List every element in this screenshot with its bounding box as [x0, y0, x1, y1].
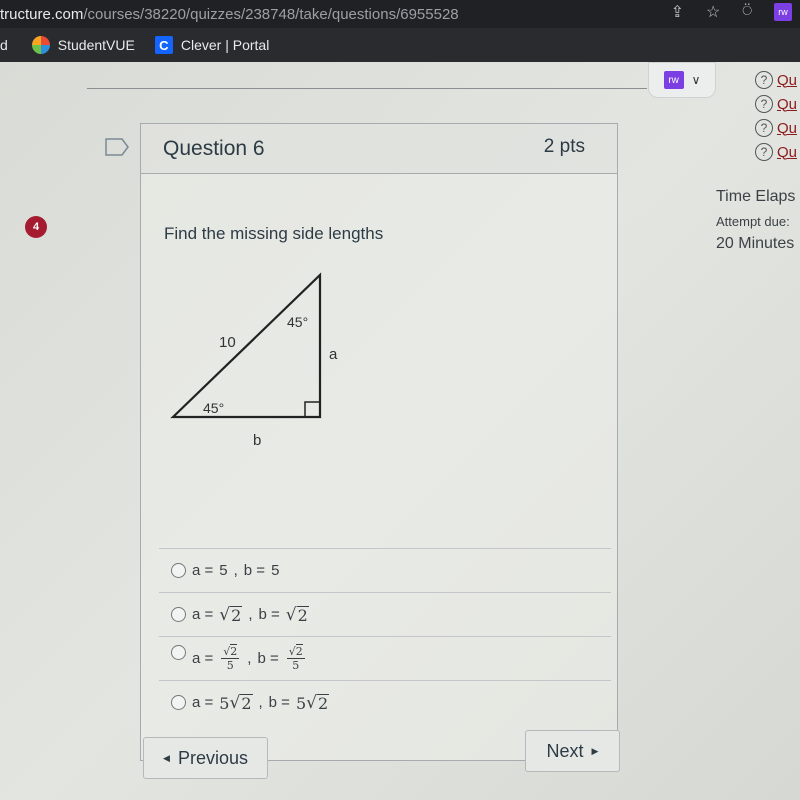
bookmark-clever[interactable]: C Clever | Portal — [154, 36, 270, 54]
answer-option[interactable]: a = 5 , b = 5 — [159, 548, 611, 592]
question-points: 2 pts — [543, 136, 585, 157]
question-prompt: Find the missing side lengths — [164, 224, 384, 243]
url-host: tructure.com — [0, 5, 84, 23]
flag-question-icon[interactable] — [105, 138, 129, 156]
rw-extension-icon[interactable]: rw — [774, 3, 792, 21]
bookmarks-bar: d StudentVUE C Clever | Portal — [0, 28, 800, 62]
sqrt-expression: 5 √ 2 — [295, 692, 330, 713]
minutes-label: 20 Minutes — [716, 235, 795, 252]
side-a-label: a — [329, 346, 338, 363]
share-icon[interactable]: ⇪ — [671, 2, 684, 22]
next-button[interactable]: Next ▶ — [525, 730, 620, 772]
bookmark-label: d — [0, 37, 8, 53]
question-link[interactable]: ? Qu — [755, 92, 797, 116]
question-link[interactable]: ? Qu — [755, 68, 797, 92]
bookmark-label: StudentVUE — [57, 37, 135, 53]
time-elapsed-label: Time Elaps — [716, 188, 796, 205]
address-bar[interactable]: tructure.com/courses/38220/quizzes/23874… — [0, 0, 800, 28]
question-mark-icon: ? — [755, 119, 773, 137]
bottom-angle-label: 45° — [203, 400, 224, 416]
sqrt-expression: √ 2 — [285, 604, 309, 625]
fraction-expression: √2 5 — [286, 644, 305, 672]
bookmark-label: Clever | Portal — [180, 37, 270, 53]
question-mark-icon: ? — [755, 71, 773, 89]
question-link[interactable]: ? Qu — [755, 140, 797, 164]
caret-left-icon: ◀ — [163, 752, 170, 763]
answer-list: a = 5 , b = 5 a = √ 2 , b = √ 2 a = √2 5… — [159, 548, 611, 724]
right-angle-marker — [304, 401, 321, 418]
bookmark-item[interactable]: d — [0, 37, 8, 53]
quiz-page: rw ∨ ? Qu ? Qu ? Qu ? Qu Time Elaps Atte… — [0, 62, 800, 800]
side-b-label: b — [253, 432, 261, 449]
sqrt-expression: √ 2 — [219, 604, 243, 625]
answer-radio[interactable] — [171, 695, 186, 710]
readwrite-toolbar[interactable]: rw ∨ — [648, 62, 716, 98]
triangle-shape — [170, 272, 322, 419]
caret-right-icon: ▶ — [591, 745, 599, 756]
hypotenuse-label: 10 — [219, 334, 236, 351]
question-link[interactable]: ? Qu — [755, 116, 797, 140]
url-path: /courses/38220/quizzes/238748/take/quest… — [83, 5, 459, 23]
top-angle-label: 45° — [287, 314, 308, 330]
answer-radio[interactable] — [171, 645, 186, 660]
sqrt-expression: 5 √ 2 — [219, 692, 253, 713]
bookmark-studentvue[interactable]: StudentVUE — [31, 36, 135, 54]
previous-button[interactable]: ◀ Previous — [143, 737, 268, 779]
answer-option[interactable]: a = √2 5 , b = √2 5 — [159, 636, 611, 680]
answer-option[interactable]: a = √ 2 , b = √ 2 — [159, 592, 611, 636]
fraction-expression: √2 5 — [221, 644, 240, 672]
time-panel: Time Elaps Attempt due: 20 Minutes — [716, 188, 795, 253]
studentvue-icon — [31, 36, 50, 54]
answer-radio[interactable] — [171, 607, 186, 622]
question-card: Question 6 2 pts Find the missing side l… — [140, 123, 618, 761]
question-title: Question 6 — [163, 137, 265, 160]
answer-radio[interactable] — [171, 563, 186, 578]
clever-icon: C — [154, 36, 173, 54]
question-list: ? Qu ? Qu ? Qu ? Qu — [755, 68, 797, 164]
attempt-due-label: Attempt due: — [716, 214, 790, 229]
divider — [87, 88, 647, 89]
question-mark-icon: ? — [755, 143, 773, 161]
answer-option[interactable]: a = 5 √ 2 , b = 5 √ 2 — [159, 680, 611, 724]
extension-status-icon[interactable]: ⍥ — [742, 3, 752, 21]
address-bar-actions: ⇪ ☆ ⍥ rw — [671, 2, 792, 22]
rw-puzzle-icon: rw — [663, 71, 684, 89]
question-header: Question 6 2 pts — [141, 124, 617, 174]
chevron-down-icon[interactable]: ∨ — [692, 73, 701, 87]
notification-badge: 4 — [25, 216, 47, 238]
triangle-figure: 45° 10 a 45° b — [170, 272, 338, 449]
question-mark-icon: ? — [755, 95, 773, 113]
star-icon[interactable]: ☆ — [706, 2, 720, 22]
